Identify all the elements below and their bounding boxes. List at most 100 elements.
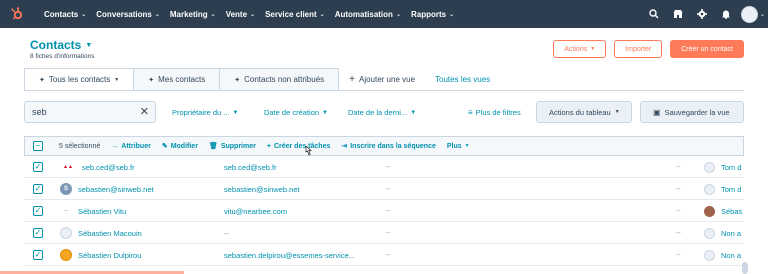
- nav-conversations[interactable]: Conversations ⌄: [96, 10, 160, 19]
- scrollbar[interactable]: [742, 262, 748, 274]
- plus-icon: +: [266, 142, 271, 150]
- owner-name[interactable]: Tom d: [721, 163, 741, 172]
- avatar: [740, 5, 758, 23]
- row-checkbox[interactable]: ✓: [33, 206, 43, 216]
- save-view-button[interactable]: ▣ Sauvegarder la vue: [640, 101, 744, 123]
- header-buttons: Actions ▼ Importer Créer un contact: [553, 40, 744, 58]
- row-checkbox[interactable]: ✓: [33, 162, 43, 172]
- page-title-dropdown[interactable]: Contacts ▼: [30, 38, 94, 52]
- pin-icon: ✦: [234, 76, 241, 84]
- table-row[interactable]: ✓ Sébastien Dulpirou sebastien.delpirou@…: [24, 244, 744, 266]
- default-avatar-icon: [60, 227, 72, 239]
- table-row[interactable]: ✓ Sébastien Macouin -- -- -- Non a: [24, 222, 744, 244]
- email-link[interactable]: seb.ced@seb.fr: [224, 156, 277, 178]
- nav-contacts[interactable]: Contacts ⌄: [44, 10, 86, 19]
- record-count: 8 fiches d'informations: [30, 53, 95, 60]
- select-all-checkbox[interactable]: −: [33, 141, 43, 151]
- sequence-label: Inscrire dans la séquence: [350, 142, 436, 150]
- create-tasks-button[interactable]: + Créer des tâches: [267, 143, 331, 150]
- plus-icon: +: [349, 73, 355, 85]
- owner-name[interactable]: Tom d: [721, 185, 741, 194]
- import-button[interactable]: Importer: [614, 40, 663, 58]
- caret-down-icon: ▼: [85, 41, 93, 49]
- nav-marketing[interactable]: Marketing ⌄: [170, 10, 216, 19]
- nav-label: Service client: [265, 9, 317, 19]
- cell-value: --: [676, 207, 681, 215]
- tab-label: Contacts non attribués: [244, 75, 325, 84]
- owner-cell: Sébas: [704, 200, 742, 222]
- contact-name-link[interactable]: seb.ced@seb.fr: [82, 163, 135, 172]
- add-view-label: Ajouter une vue: [358, 74, 416, 84]
- contact-name-link[interactable]: sebastien@sinweb.net: [78, 185, 154, 194]
- nav-vente[interactable]: Vente ⌄: [226, 10, 255, 19]
- email-link[interactable]: sebastien@sinweb.net: [224, 178, 300, 200]
- email-link[interactable]: vitu@nearbee.com: [224, 200, 287, 222]
- tab-my-contacts[interactable]: ✦ Mes contacts: [134, 68, 221, 90]
- table-actions-button[interactable]: Actions du tableau ▼: [536, 101, 632, 123]
- create-contact-label: Créer un contact: [681, 45, 733, 53]
- cell-value: --: [386, 251, 391, 259]
- close-icon[interactable]: ✕: [140, 105, 149, 118]
- row-checkbox[interactable]: ✓: [33, 184, 43, 194]
- owner-name[interactable]: Non a: [721, 229, 741, 238]
- more-button[interactable]: Plus ▼: [447, 143, 470, 150]
- create-contact-button[interactable]: Créer un contact: [670, 40, 744, 58]
- owner-name[interactable]: Non a: [721, 251, 741, 260]
- nav-label: Vente: [225, 9, 248, 19]
- enroll-sequence-button[interactable]: ⇥ Inscrire dans la séquence: [341, 142, 436, 151]
- search-box: ✕: [24, 101, 156, 123]
- view-tabs: ✦ Tous les contacts ▼ ✦ Mes contacts ✦ C…: [24, 68, 500, 90]
- caret-down-icon: ▼: [590, 46, 596, 52]
- cell-value: --: [386, 185, 391, 193]
- pin-icon: ✦: [148, 76, 155, 84]
- company-s-icon: S: [60, 183, 72, 195]
- tab-unassigned-contacts[interactable]: ✦ Contacts non attribués: [220, 68, 340, 90]
- trash-icon: 🗑: [208, 143, 218, 150]
- filter-lines-icon: ≡: [468, 108, 473, 117]
- chevron-down-icon: ⌄: [250, 11, 256, 18]
- row-checkbox[interactable]: ✓: [33, 228, 43, 238]
- top-nav: Contacts ⌄ Conversations ⌄ Marketing ⌄ Vent…: [0, 0, 768, 28]
- contact-name-link[interactable]: Sébastien Macouin: [78, 229, 142, 238]
- nav-rapports[interactable]: Rapports ⌄: [411, 10, 454, 19]
- actions-label: Actions: [564, 45, 588, 53]
- notifications-icon[interactable]: [714, 0, 738, 28]
- search-icon[interactable]: [642, 0, 666, 28]
- caret-down-icon: ▼: [232, 109, 239, 116]
- actions-button[interactable]: Actions ▼: [553, 40, 607, 58]
- row-checkbox[interactable]: ✓: [33, 250, 43, 260]
- table-row[interactable]: ✓ S sebastien@sinweb.net sebastien@sinwe…: [24, 178, 744, 200]
- table-row[interactable]: ✓ ▲▲ seb.ced@seb.fr seb.ced@seb.fr -- --…: [24, 156, 744, 178]
- add-view-button[interactable]: + Ajouter une vue: [339, 68, 425, 90]
- last-activity-filter[interactable]: Date de la derni... ▼: [348, 108, 416, 117]
- chevron-down-icon: ⌄: [395, 11, 401, 18]
- owner-name[interactable]: Sébas: [721, 207, 742, 216]
- owner-filter[interactable]: Propriétaire du ... ▼: [172, 108, 238, 117]
- settings-icon[interactable]: [690, 0, 714, 28]
- tab-all-contacts[interactable]: ✦ Tous les contacts ▼: [24, 68, 135, 90]
- tasks-label: Créer des tâches: [273, 142, 331, 150]
- delete-button[interactable]: 🗑 Supprimer: [208, 142, 256, 151]
- all-views-link[interactable]: Toutes les vues: [425, 68, 500, 90]
- email-link: --: [224, 228, 229, 238]
- cell-value: --: [676, 185, 681, 193]
- edit-label: Modifier: [170, 142, 198, 150]
- edit-button[interactable]: ✎ Modifier: [162, 142, 198, 151]
- assign-button[interactable]: → Attribuer: [111, 143, 151, 150]
- nav-automatisation[interactable]: Automatisation ⌄: [335, 10, 401, 19]
- more-filters-button[interactable]: ≡ Plus de filtres: [468, 108, 521, 117]
- cell-value: --: [386, 163, 391, 171]
- created-date-filter[interactable]: Date de création ▼: [264, 108, 328, 117]
- contact-name-link[interactable]: Sébastien Vitu: [78, 207, 126, 216]
- search-input[interactable]: [32, 107, 132, 117]
- brand-logo-icon: ▲▲: [63, 164, 73, 170]
- nav-service-client[interactable]: Service client ⌄: [265, 10, 325, 19]
- import-label: Importer: [625, 45, 652, 53]
- marketplace-icon[interactable]: [666, 0, 690, 28]
- contact-name-link[interactable]: Sébastien Dulpirou: [78, 251, 141, 260]
- owner-avatar: [704, 161, 715, 173]
- table-row[interactable]: ✓ – Sébastien Vitu vitu@nearbee.com -- -…: [24, 200, 744, 222]
- account-menu[interactable]: ⌄: [738, 0, 768, 28]
- hubspot-logo-icon[interactable]: [0, 0, 34, 28]
- email-link[interactable]: sebastien.delpirou@essemes-service...: [224, 244, 355, 266]
